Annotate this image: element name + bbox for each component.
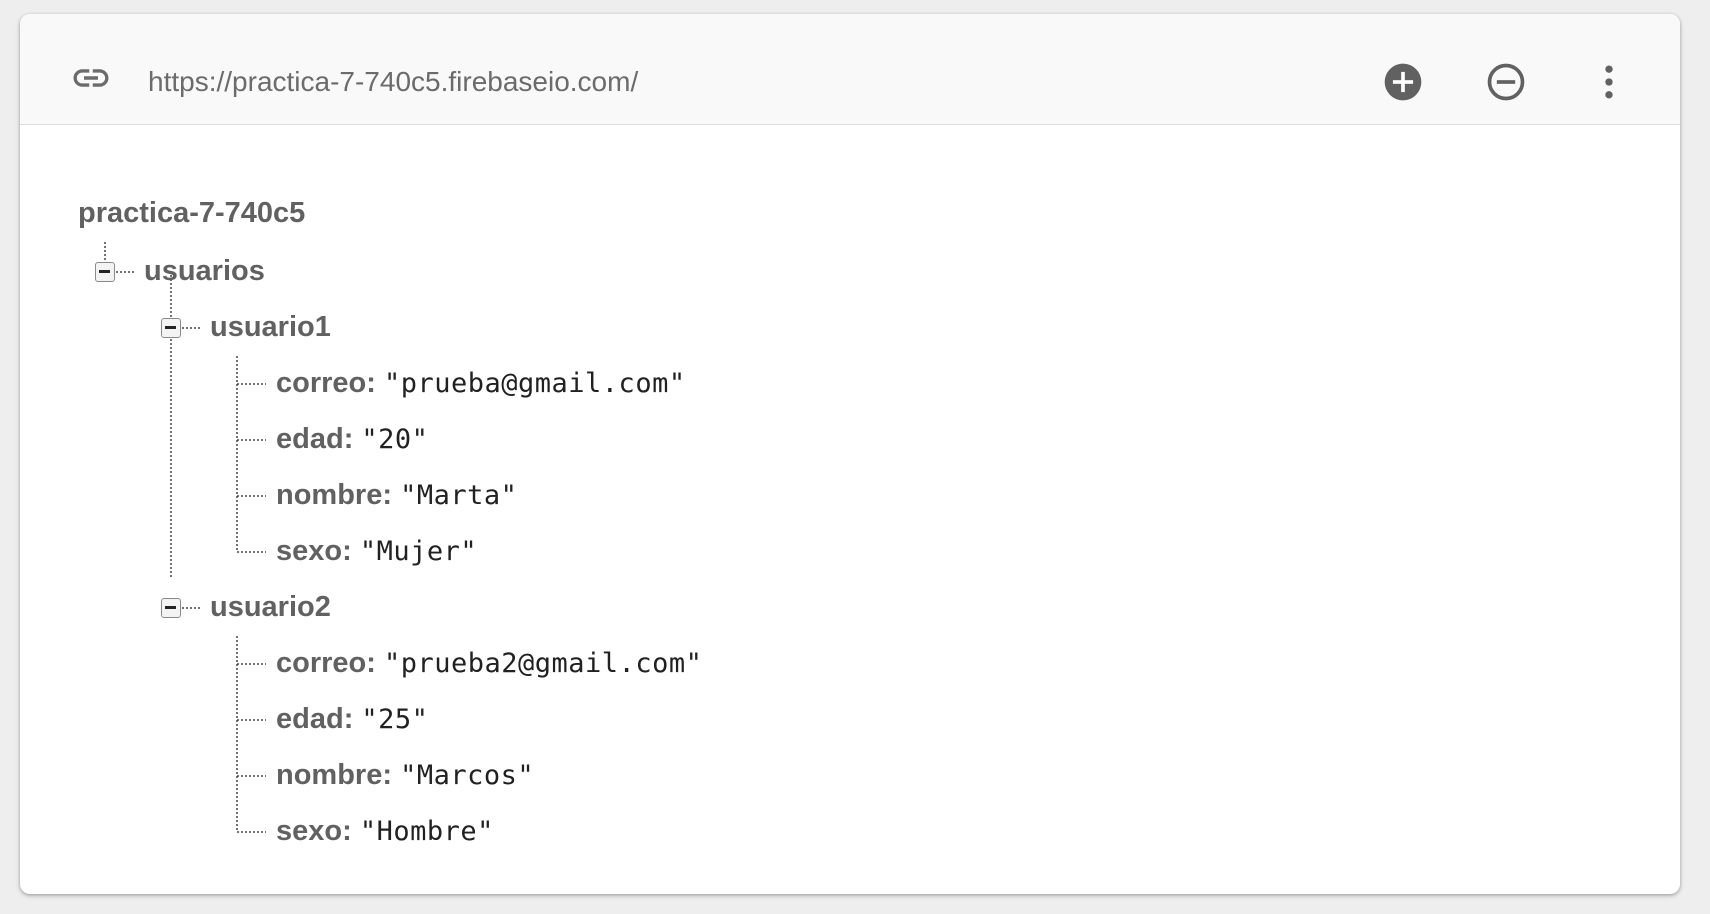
root-node-label: practica-7-740c5 bbox=[78, 197, 306, 229]
field-key: nombre bbox=[276, 479, 383, 511]
field-value: "Hombre" bbox=[359, 816, 494, 847]
database-card: https://practica-7-740c5.firebaseio.com/ bbox=[20, 14, 1680, 894]
data-tree: practica-7-740c5 usuarios usuario1 corre… bbox=[20, 124, 1680, 894]
field-key: correo bbox=[276, 647, 367, 679]
field-key: edad bbox=[276, 423, 344, 455]
database-url[interactable]: https://practica-7-740c5.firebaseio.com/ bbox=[148, 66, 638, 98]
node-usuario1[interactable]: usuario1 bbox=[210, 310, 331, 344]
field-key: correo bbox=[276, 367, 367, 399]
node-usuario2[interactable]: usuario2 bbox=[210, 590, 331, 624]
field-nombre[interactable]: nombre: "Marta" bbox=[276, 478, 517, 513]
node-usuarios[interactable]: usuarios bbox=[144, 254, 265, 288]
add-circle-icon[interactable] bbox=[1381, 60, 1425, 104]
node-usuario1-label: usuario1 bbox=[210, 311, 331, 343]
collapse-usuario1-toggle[interactable] bbox=[161, 318, 181, 338]
field-edad[interactable]: edad: "25" bbox=[276, 702, 428, 737]
field-edad[interactable]: edad: "20" bbox=[276, 422, 428, 457]
field-key: sexo bbox=[276, 815, 343, 847]
field-value: "Mujer" bbox=[359, 536, 478, 567]
field-value: "prueba@gmail.com" bbox=[383, 368, 686, 399]
field-key: nombre bbox=[276, 759, 383, 791]
field-key: sexo bbox=[276, 535, 343, 567]
field-value: "Marta" bbox=[400, 480, 518, 511]
field-correo[interactable]: correo: "prueba2@gmail.com" bbox=[276, 646, 702, 681]
collapse-usuarios-toggle[interactable] bbox=[95, 262, 115, 282]
field-value: "prueba2@gmail.com" bbox=[383, 648, 703, 679]
field-value: "20" bbox=[361, 424, 429, 455]
field-value: "Marcos" bbox=[400, 760, 535, 791]
collapse-usuario2-toggle[interactable] bbox=[161, 598, 181, 618]
node-usuario2-label: usuario2 bbox=[210, 591, 331, 623]
field-sexo[interactable]: sexo: "Mujer" bbox=[276, 534, 477, 569]
root-node[interactable]: practica-7-740c5 bbox=[78, 196, 305, 230]
database-toolbar: https://practica-7-740c5.firebaseio.com/ bbox=[20, 14, 1680, 125]
field-key: edad bbox=[276, 703, 344, 735]
field-sexo[interactable]: sexo: "Hombre" bbox=[276, 814, 494, 849]
link-icon bbox=[73, 69, 109, 87]
field-nombre[interactable]: nombre: "Marcos" bbox=[276, 758, 534, 793]
node-usuarios-label: usuarios bbox=[144, 255, 265, 287]
remove-circle-icon[interactable] bbox=[1484, 60, 1528, 104]
field-value: "25" bbox=[361, 704, 429, 735]
tree-connector-lines bbox=[104, 242, 266, 833]
more-vert-icon[interactable] bbox=[1587, 60, 1631, 104]
field-correo[interactable]: correo: "prueba@gmail.com" bbox=[276, 366, 686, 401]
